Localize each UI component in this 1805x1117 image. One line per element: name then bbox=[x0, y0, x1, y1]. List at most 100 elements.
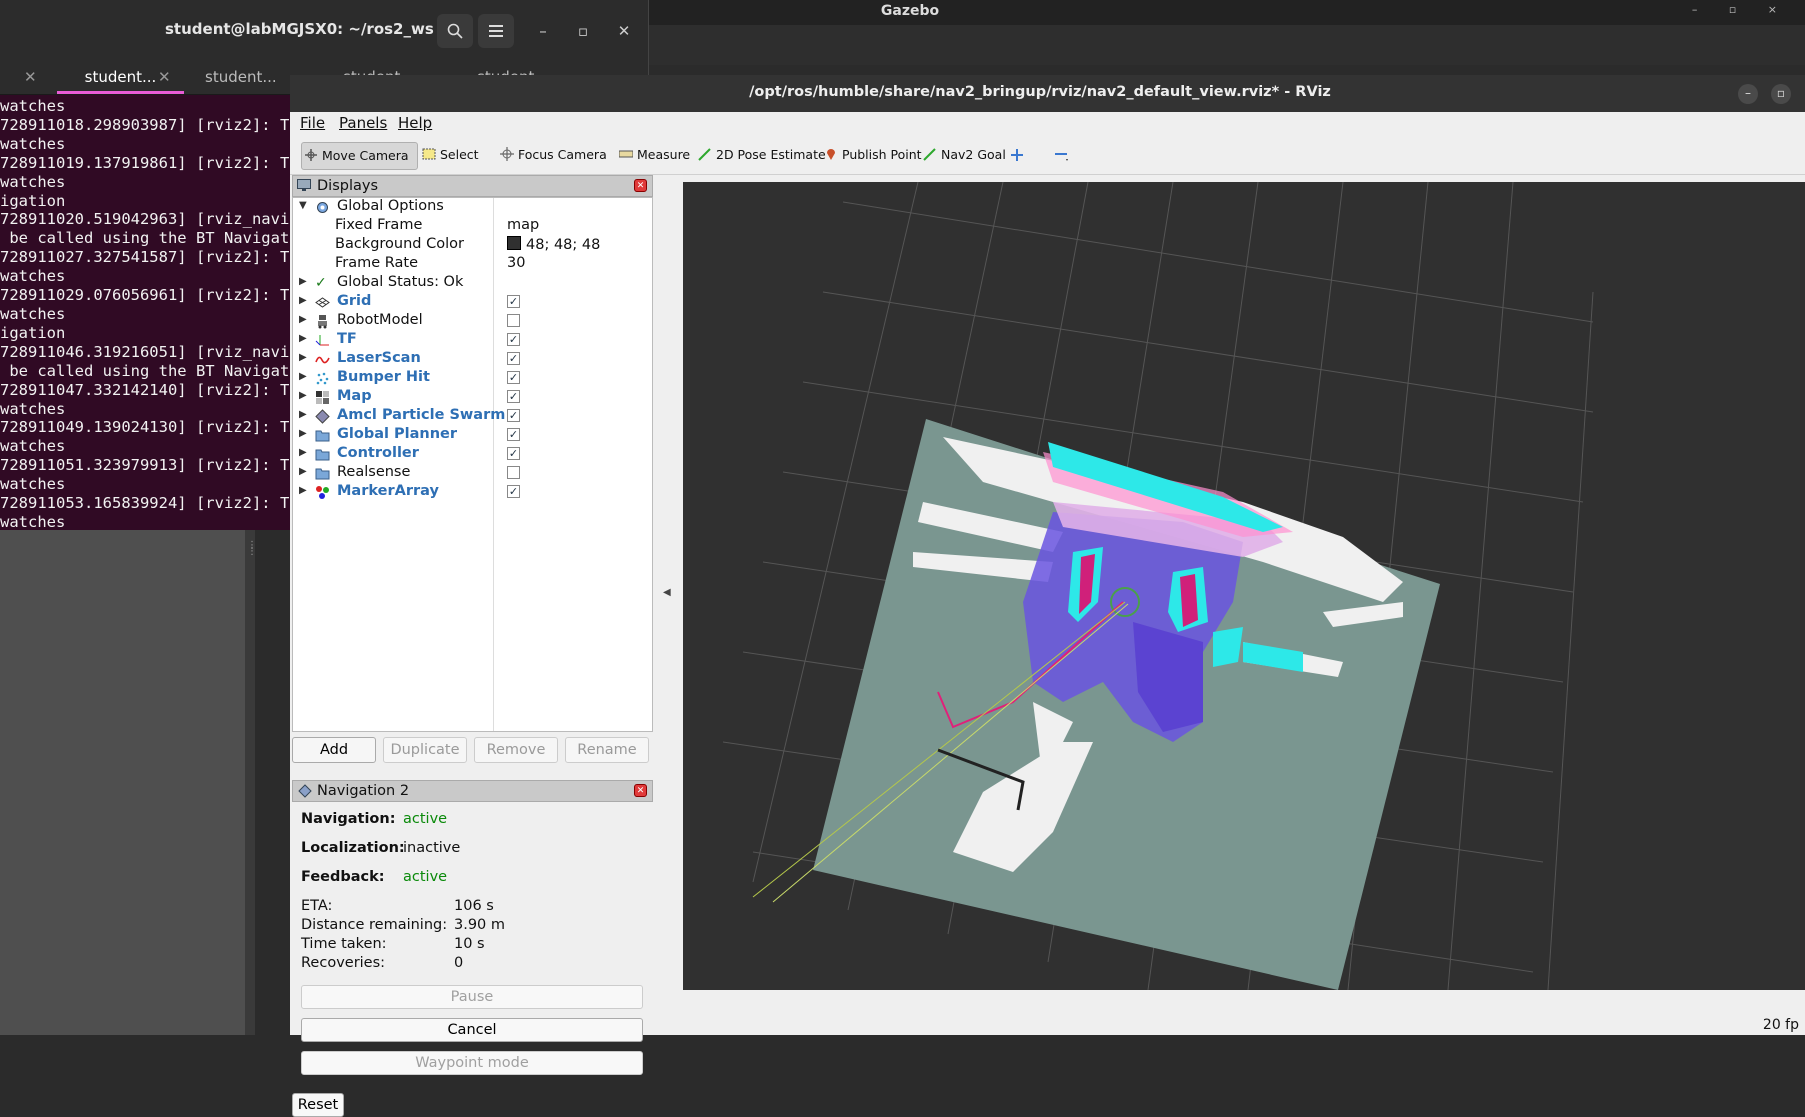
close-tab-icon[interactable]: ✕ bbox=[24, 60, 37, 94]
tree-row-map[interactable]: ▶ Map ✓ bbox=[293, 388, 652, 407]
close-button[interactable]: ✕ bbox=[611, 18, 637, 44]
pause-button[interactable]: Pause bbox=[301, 985, 643, 1009]
fixed-frame-label: Fixed Frame bbox=[335, 217, 423, 233]
tree-row-robotmodel[interactable]: ▶ RobotModel bbox=[293, 312, 652, 331]
minimize-button[interactable]: – bbox=[530, 18, 556, 44]
collapsed-arrow-icon[interactable]: ▶ bbox=[299, 352, 307, 363]
splitter-handle-icon[interactable]: ⋮ ⋮ bbox=[247, 541, 257, 557]
collapsed-arrow-icon[interactable]: ▶ bbox=[299, 447, 307, 458]
visibility-checkbox[interactable]: ✓ bbox=[507, 295, 520, 308]
terminal-output[interactable]: watches 728911018.298903987] [rviz2]: Try… bbox=[0, 97, 290, 527]
remove-display-button[interactable]: Remove bbox=[474, 737, 558, 763]
menu-bar: File Panels Help bbox=[290, 112, 1805, 136]
close-tab-icon[interactable]: ✕ bbox=[158, 60, 171, 94]
collapsed-arrow-icon[interactable]: ▶ bbox=[299, 428, 307, 439]
feedback-status: active bbox=[403, 869, 448, 885]
tree-row-controller[interactable]: ▶ Controller ✓ bbox=[293, 445, 652, 464]
tree-row-realsense[interactable]: ▶ Realsense bbox=[293, 464, 652, 483]
move-camera-tool[interactable]: Move Camera bbox=[301, 142, 418, 170]
visibility-checkbox[interactable]: ✓ bbox=[507, 352, 520, 365]
focus-camera-tool[interactable]: Focus Camera bbox=[498, 142, 607, 168]
rviz-title-bar: /opt/ros/humble/share/nav2_bringup/rviz/… bbox=[290, 75, 1805, 112]
collapsed-arrow-icon[interactable]: ▶ bbox=[299, 485, 307, 496]
add-tool-button[interactable] bbox=[1010, 142, 1030, 168]
collapsed-arrow-icon[interactable]: ▶ bbox=[299, 333, 307, 344]
terminal-title-bar: student@labMGJSX0: ~/ros2_ws – ▫ ✕ bbox=[0, 0, 648, 60]
hamburger-menu-button[interactable] bbox=[478, 14, 514, 48]
menu-file[interactable]: File bbox=[300, 114, 325, 132]
frame-rate-value[interactable]: 30 bbox=[507, 255, 525, 271]
3d-viewport[interactable] bbox=[683, 182, 1805, 990]
tree-row-markerarray[interactable]: ▶ MarkerArray ✓ bbox=[293, 483, 652, 502]
gazebo-window-controls[interactable]: – ▫ × bbox=[1692, 3, 1791, 16]
terminal-line: watches bbox=[0, 267, 66, 286]
collapsed-arrow-icon[interactable]: ▶ bbox=[299, 371, 307, 382]
waypoint-mode-button[interactable]: Waypoint mode bbox=[301, 1051, 643, 1075]
minimize-button[interactable]: – bbox=[1738, 84, 1758, 104]
check-icon: ✓ bbox=[315, 275, 327, 291]
maximize-button[interactable]: ▫ bbox=[1771, 84, 1791, 104]
expanded-arrow-icon[interactable]: ▼ bbox=[299, 200, 307, 211]
visibility-checkbox[interactable]: ✓ bbox=[507, 390, 520, 403]
visibility-checkbox[interactable]: ✓ bbox=[507, 409, 520, 422]
gazebo-splitter[interactable] bbox=[245, 525, 255, 1035]
pose-arrow-icon bbox=[698, 148, 711, 161]
move-camera-label: Move Camera bbox=[322, 148, 409, 163]
menu-help[interactable]: Help bbox=[398, 114, 432, 132]
collapsed-arrow-icon[interactable]: ▶ bbox=[299, 276, 307, 287]
tree-row-global-options[interactable]: ▼ Global Options bbox=[293, 198, 652, 217]
tree-row-amcl-particle-swarm[interactable]: ▶ Amcl Particle Swarm ✓ bbox=[293, 407, 652, 426]
tree-row-background-color[interactable]: Background Color 48; 48; 48 bbox=[293, 236, 652, 255]
tree-row-tf[interactable]: ▶ TF ✓ bbox=[293, 331, 652, 350]
cancel-button[interactable]: Cancel bbox=[301, 1018, 643, 1042]
visibility-checkbox[interactable]: ✓ bbox=[507, 485, 520, 498]
terminal-line: watches bbox=[0, 134, 66, 153]
nav2-goal-tool[interactable]: Nav2 Goal bbox=[921, 142, 1006, 168]
duplicate-display-button[interactable]: Duplicate bbox=[383, 737, 467, 763]
collapse-panel-arrow-icon[interactable]: ◀ bbox=[663, 587, 671, 598]
folder-icon bbox=[315, 468, 330, 480]
rename-display-button[interactable]: Rename bbox=[565, 737, 649, 763]
search-button[interactable] bbox=[437, 14, 473, 48]
collapsed-arrow-icon[interactable]: ▶ bbox=[299, 466, 307, 477]
background-color-value-cell[interactable]: 48; 48; 48 bbox=[507, 236, 600, 253]
tree-row-global-status[interactable]: ▶ ✓ Global Status: Ok bbox=[293, 274, 652, 293]
fps-readout: 20 fp bbox=[1762, 1017, 1799, 1033]
tree-row-global-planner[interactable]: ▶ Global Planner ✓ bbox=[293, 426, 652, 445]
tree-row-fixed-frame[interactable]: Fixed Frame map bbox=[293, 217, 652, 236]
nav2-panel-header: Navigation 2 ✕ bbox=[292, 780, 653, 802]
visibility-checkbox[interactable] bbox=[507, 466, 520, 479]
remove-tool-button[interactable] bbox=[1054, 142, 1074, 168]
maximize-button[interactable]: ▫ bbox=[570, 18, 596, 44]
visibility-checkbox[interactable] bbox=[507, 314, 520, 327]
pose-estimate-tool[interactable]: 2D Pose Estimate bbox=[696, 142, 826, 168]
terminal-tab[interactable]: student... bbox=[205, 60, 277, 94]
tree-row-laserscan[interactable]: ▶ LaserScan ✓ bbox=[293, 350, 652, 369]
display-name: MarkerArray bbox=[337, 483, 439, 499]
visibility-checkbox[interactable]: ✓ bbox=[507, 447, 520, 460]
publish-point-tool[interactable]: Publish Point bbox=[822, 142, 922, 168]
collapsed-arrow-icon[interactable]: ▶ bbox=[299, 390, 307, 401]
3d-scene[interactable] bbox=[683, 182, 1805, 990]
displays-panel-header: Displays ✕ bbox=[292, 175, 653, 197]
tree-row-frame-rate[interactable]: Frame Rate 30 bbox=[293, 255, 652, 274]
add-display-button[interactable]: Add bbox=[292, 737, 376, 763]
color-swatch[interactable] bbox=[507, 236, 521, 250]
visibility-checkbox[interactable]: ✓ bbox=[507, 428, 520, 441]
tree-row-grid[interactable]: ▶ Grid ✓ bbox=[293, 293, 652, 312]
collapsed-arrow-icon[interactable]: ▶ bbox=[299, 314, 307, 325]
reset-button[interactable]: Reset bbox=[292, 1093, 344, 1117]
minus-icon bbox=[1055, 153, 1068, 161]
menu-panels[interactable]: Panels bbox=[339, 114, 387, 132]
visibility-checkbox[interactable]: ✓ bbox=[507, 333, 520, 346]
fixed-frame-value[interactable]: map bbox=[507, 217, 539, 233]
measure-tool[interactable]: Measure bbox=[617, 142, 690, 168]
close-panel-icon[interactable]: ✕ bbox=[634, 784, 647, 797]
map-pin-icon bbox=[827, 149, 835, 160]
collapsed-arrow-icon[interactable]: ▶ bbox=[299, 295, 307, 306]
collapsed-arrow-icon[interactable]: ▶ bbox=[299, 409, 307, 420]
visibility-checkbox[interactable]: ✓ bbox=[507, 371, 520, 384]
close-panel-icon[interactable]: ✕ bbox=[634, 179, 647, 192]
select-tool[interactable]: Select bbox=[420, 142, 479, 168]
tree-row-bumper-hit[interactable]: ▶ Bumper Hit ✓ bbox=[293, 369, 652, 388]
